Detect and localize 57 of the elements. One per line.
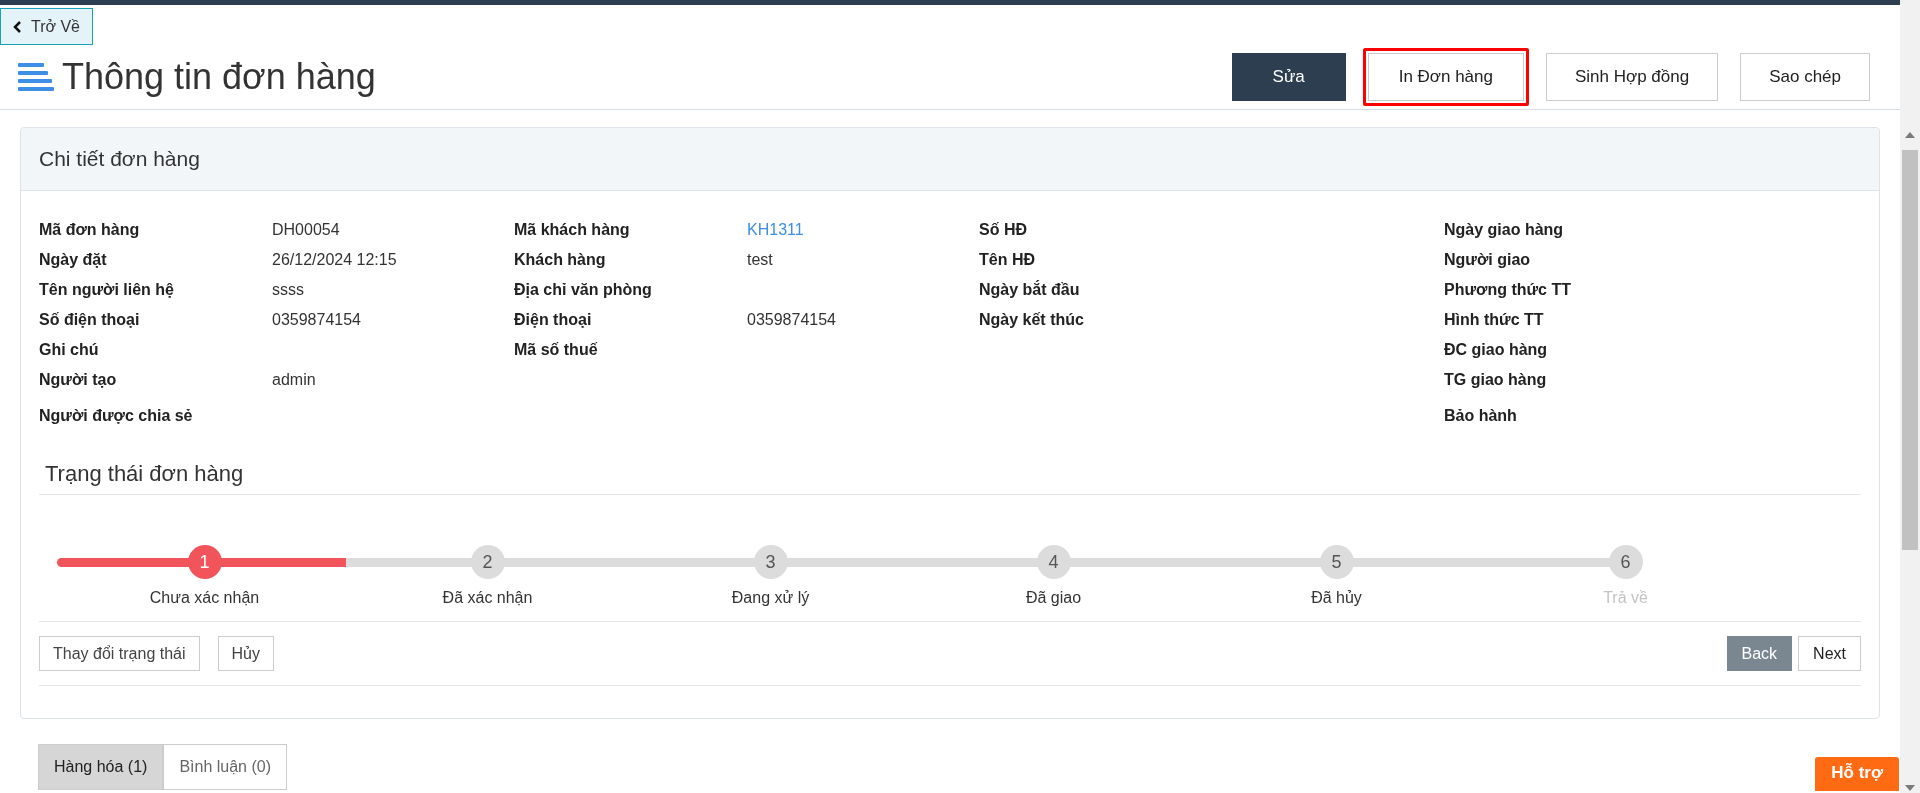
field-label: Địa chỉ văn phòng [514, 280, 653, 300]
step-label: Đang xử lý [731, 588, 810, 608]
field-label: Tên HĐ [979, 250, 1036, 270]
step-label: Đã giao [1025, 588, 1082, 608]
scrollbar[interactable] [1900, 0, 1920, 793]
field-label: Hình thức TT [1444, 310, 1545, 330]
list-icon [18, 63, 54, 91]
field-value: 0359874154 [747, 310, 836, 330]
field-label: Phương thức TT [1444, 280, 1572, 300]
nav-button[interactable]: Next [1798, 636, 1861, 671]
field-label: ĐC giao hàng [1444, 340, 1549, 360]
field-label: Số HĐ [979, 220, 1028, 240]
card-title: Chi tiết đơn hàng [39, 146, 200, 173]
action-button[interactable]: Sinh Hợp đồng [1546, 53, 1719, 101]
field-label: Ngày kết thúc [979, 310, 1085, 330]
section-title: Trạng thái đơn hàng [44, 460, 244, 488]
step-label: Đã xác nhận [442, 588, 533, 608]
page-title: Thông tin đơn hàng [62, 55, 376, 99]
field-label: Mã đơn hàng [39, 220, 141, 240]
tab[interactable]: Hàng hóa (1) [38, 744, 164, 790]
status-button[interactable]: Hủy [217, 636, 274, 671]
field-label: Ngày đặt [39, 250, 108, 270]
status-button[interactable]: Thay đổi trạng thái [39, 636, 200, 671]
step-label: Đã hủy [1311, 588, 1362, 608]
field-label: Ngày bắt đầu [979, 279, 1081, 300]
field-value: 0359874154 [272, 310, 361, 330]
field-label: Tên người liên hệ [39, 280, 175, 300]
scroll-up-icon[interactable] [1905, 132, 1915, 138]
field-label: Người được chia sẻ [39, 406, 194, 426]
field-label: Khách hàng [514, 250, 607, 270]
field-label: Ghi chú [39, 340, 100, 360]
scroll-down-icon[interactable] [1905, 785, 1915, 791]
tab[interactable]: Bình luận (0) [163, 744, 287, 790]
field-label: Bảo hành [1444, 406, 1518, 426]
field-label: Người giao [1444, 250, 1532, 270]
field-label: TG giao hàng [1444, 370, 1548, 390]
nav-button[interactable]: Back [1726, 636, 1793, 671]
field-label: Mã số thuế [514, 340, 599, 360]
return-button[interactable]: Trở Về [0, 8, 93, 45]
scrollbar-thumb[interactable] [1902, 150, 1918, 550]
action-button[interactable]: Sửa [1231, 53, 1346, 101]
field-value: ssss [272, 280, 304, 300]
chevron-left-icon [13, 20, 23, 33]
field-value: admin [272, 370, 316, 390]
action-button[interactable]: In Đơn hàng [1362, 48, 1529, 106]
field-label: Mã khách hàng [514, 220, 631, 240]
field-label: Ngày giao hàng [1444, 220, 1565, 240]
step-label: Trả về [1603, 588, 1648, 608]
field-label: Người tạo [39, 370, 118, 390]
customer-link[interactable]: KH1311 [747, 218, 804, 242]
field-value: 26/12/2024 12:15 [272, 250, 397, 270]
field-label: Số điện thoại [39, 310, 141, 330]
field-value: DH00054 [272, 220, 340, 240]
field-label: Điện thoại [514, 310, 593, 330]
step-label: Chưa xác nhận [149, 588, 260, 608]
action-button[interactable]: Sao chép [1740, 53, 1870, 101]
field-value: test [747, 250, 773, 270]
